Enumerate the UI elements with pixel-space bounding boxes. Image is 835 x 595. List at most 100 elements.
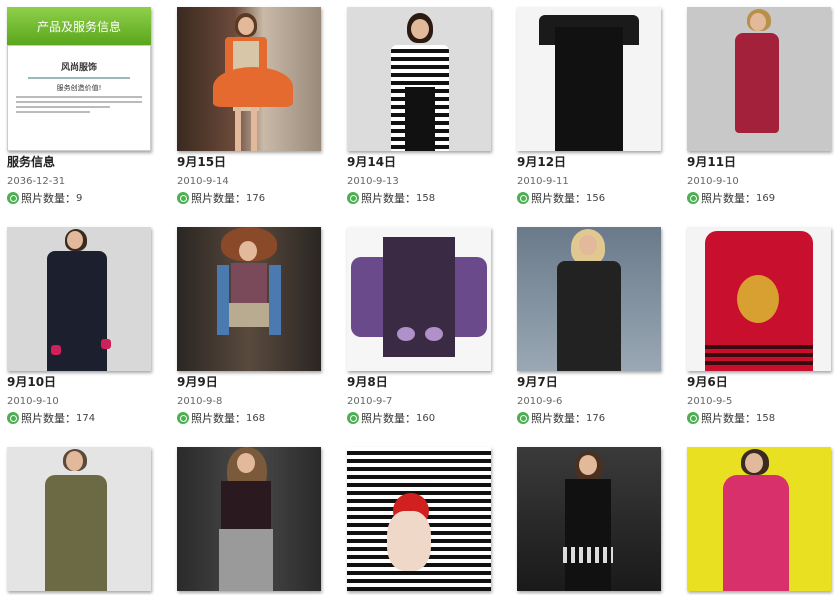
service-doc: 风尚服饰 服务创造价值!: [7, 45, 151, 151]
photo-icon: [7, 412, 19, 424]
photo-skirt: [405, 87, 435, 151]
album-thumbnail[interactable]: [517, 447, 661, 591]
photo-icon: [177, 192, 189, 204]
album-thumbnail[interactable]: [347, 7, 491, 151]
photo-count: 照片数量： 160: [347, 410, 435, 426]
photo-count: 照片数量： 176: [517, 410, 605, 426]
album-thumbnail[interactable]: [687, 227, 831, 371]
photo-count: 照片数量： 156: [517, 190, 605, 206]
photo-count: 照片数量： 176: [177, 190, 265, 206]
album-title[interactable]: 9月15日: [177, 153, 226, 170]
album-date: 2036-12-31: [7, 176, 66, 187]
count-value: 158: [756, 412, 776, 424]
album-title[interactable]: 9月6日: [687, 373, 728, 390]
photo-leg: [251, 107, 257, 151]
text-line: [16, 106, 110, 108]
album-thumbnail[interactable]: [517, 227, 661, 371]
text-line: [16, 111, 90, 113]
count-label: 照片数量：: [21, 412, 76, 425]
album-title[interactable]: 9月11日: [687, 153, 736, 170]
album-thumbnail[interactable]: [517, 7, 661, 151]
album-thumbnail[interactable]: [687, 447, 831, 591]
count-label: 照片数量：: [361, 412, 416, 425]
photo-leg: [235, 107, 241, 151]
photo-blouse-body: [383, 237, 455, 357]
photo-dress: [45, 475, 107, 591]
album-thumbnail[interactable]: [347, 227, 491, 371]
photo-pattern: [425, 327, 443, 341]
album-title[interactable]: 9月14日: [347, 153, 396, 170]
photo-dress: [565, 479, 611, 591]
album-card[interactable]: 9月6日 2010-9-5 照片数量： 158: [687, 227, 833, 425]
album-thumbnail[interactable]: [177, 227, 321, 371]
photo-glove: [101, 339, 111, 349]
photo-icon: [177, 412, 189, 424]
album-title[interactable]: 9月12日: [517, 153, 566, 170]
album-card[interactable]: 9月7日 2010-9-6 照片数量： 176: [517, 227, 663, 425]
photo-pattern: [397, 327, 415, 341]
service-banner: 产品及服务信息: [7, 7, 151, 45]
album-card-service[interactable]: 产品及服务信息 风尚服饰 服务创造价值! 服务信息 2036-12-31 照片数…: [7, 7, 153, 205]
album-date: 2010-9-5: [687, 396, 733, 407]
photo-hem-stripes: [705, 345, 813, 349]
photo-skirt: [213, 67, 293, 107]
photo-shorts: [229, 303, 271, 327]
text-line: [16, 96, 142, 98]
photo-head: [67, 231, 83, 249]
photo-icon: [347, 412, 359, 424]
photo-skirt: [219, 529, 273, 591]
photo-glove: [51, 345, 61, 355]
count-label: 照片数量：: [531, 192, 586, 205]
album-thumbnail[interactable]: [7, 447, 151, 591]
text-line: [16, 101, 142, 103]
photo-count: 照片数量： 169: [687, 190, 775, 206]
album-thumbnail[interactable]: 产品及服务信息 风尚服饰 服务创造价值!: [7, 7, 151, 151]
album-thumbnail[interactable]: [347, 447, 491, 591]
album-thumbnail[interactable]: [687, 7, 831, 151]
count-label: 照片数量：: [361, 192, 416, 205]
photo-coat: [557, 261, 621, 371]
album-card[interactable]: [177, 447, 323, 591]
album-date: 2010-9-7: [347, 396, 393, 407]
count-value: 169: [756, 192, 776, 204]
count-label: 照片数量：: [21, 192, 76, 205]
album-card[interactable]: 9月10日 2010-9-10 照片数量： 174: [7, 227, 153, 425]
album-date: 2010-9-8: [177, 396, 223, 407]
photo-pattern: [563, 547, 613, 563]
service-slogan: 服务创造价值!: [56, 84, 102, 92]
photo-icon: [517, 192, 529, 204]
album-title[interactable]: 9月10日: [7, 373, 56, 390]
count-value: 160: [416, 412, 436, 424]
photo-dress: [723, 475, 789, 591]
album-card[interactable]: [687, 447, 833, 591]
count-value: 176: [246, 192, 266, 204]
album-title[interactable]: 9月7日: [517, 373, 558, 390]
album-card[interactable]: 9月11日 2010-9-10 照片数量： 169: [687, 7, 833, 205]
album-card[interactable]: 9月9日 2010-9-8 照片数量： 168: [177, 227, 323, 425]
album-date: 2010-9-11: [517, 176, 569, 187]
album-card[interactable]: [347, 447, 493, 591]
album-card[interactable]: [517, 447, 663, 591]
album-title[interactable]: 9月9日: [177, 373, 218, 390]
count-label: 照片数量：: [701, 412, 756, 425]
album-title[interactable]: 9月8日: [347, 373, 388, 390]
photo-count: 照片数量： 174: [7, 410, 95, 426]
photo-icon: [687, 412, 699, 424]
album-date: 2010-9-10: [7, 396, 59, 407]
photo-icon: [347, 192, 359, 204]
album-thumbnail[interactable]: [7, 227, 151, 371]
count-label: 照片数量：: [191, 192, 246, 205]
photo-icon: [7, 192, 19, 204]
album-thumbnail[interactable]: [177, 447, 321, 591]
album-card[interactable]: 9月15日 2010-9-14 照片数量： 176: [177, 7, 323, 205]
album-thumbnail[interactable]: [177, 7, 321, 151]
album-title[interactable]: 服务信息: [7, 153, 55, 170]
count-value: 174: [76, 412, 96, 424]
photo-top: [231, 263, 267, 303]
photo-head: [579, 455, 597, 475]
photo-count: 照片数量： 168: [177, 410, 265, 426]
album-card[interactable]: [7, 447, 153, 591]
album-card[interactable]: 9月8日 2010-9-7 照片数量： 160: [347, 227, 493, 425]
album-card[interactable]: 9月14日 2010-9-13 照片数量： 158: [347, 7, 493, 205]
album-card[interactable]: 9月12日 2010-9-11 照片数量： 156: [517, 7, 663, 205]
